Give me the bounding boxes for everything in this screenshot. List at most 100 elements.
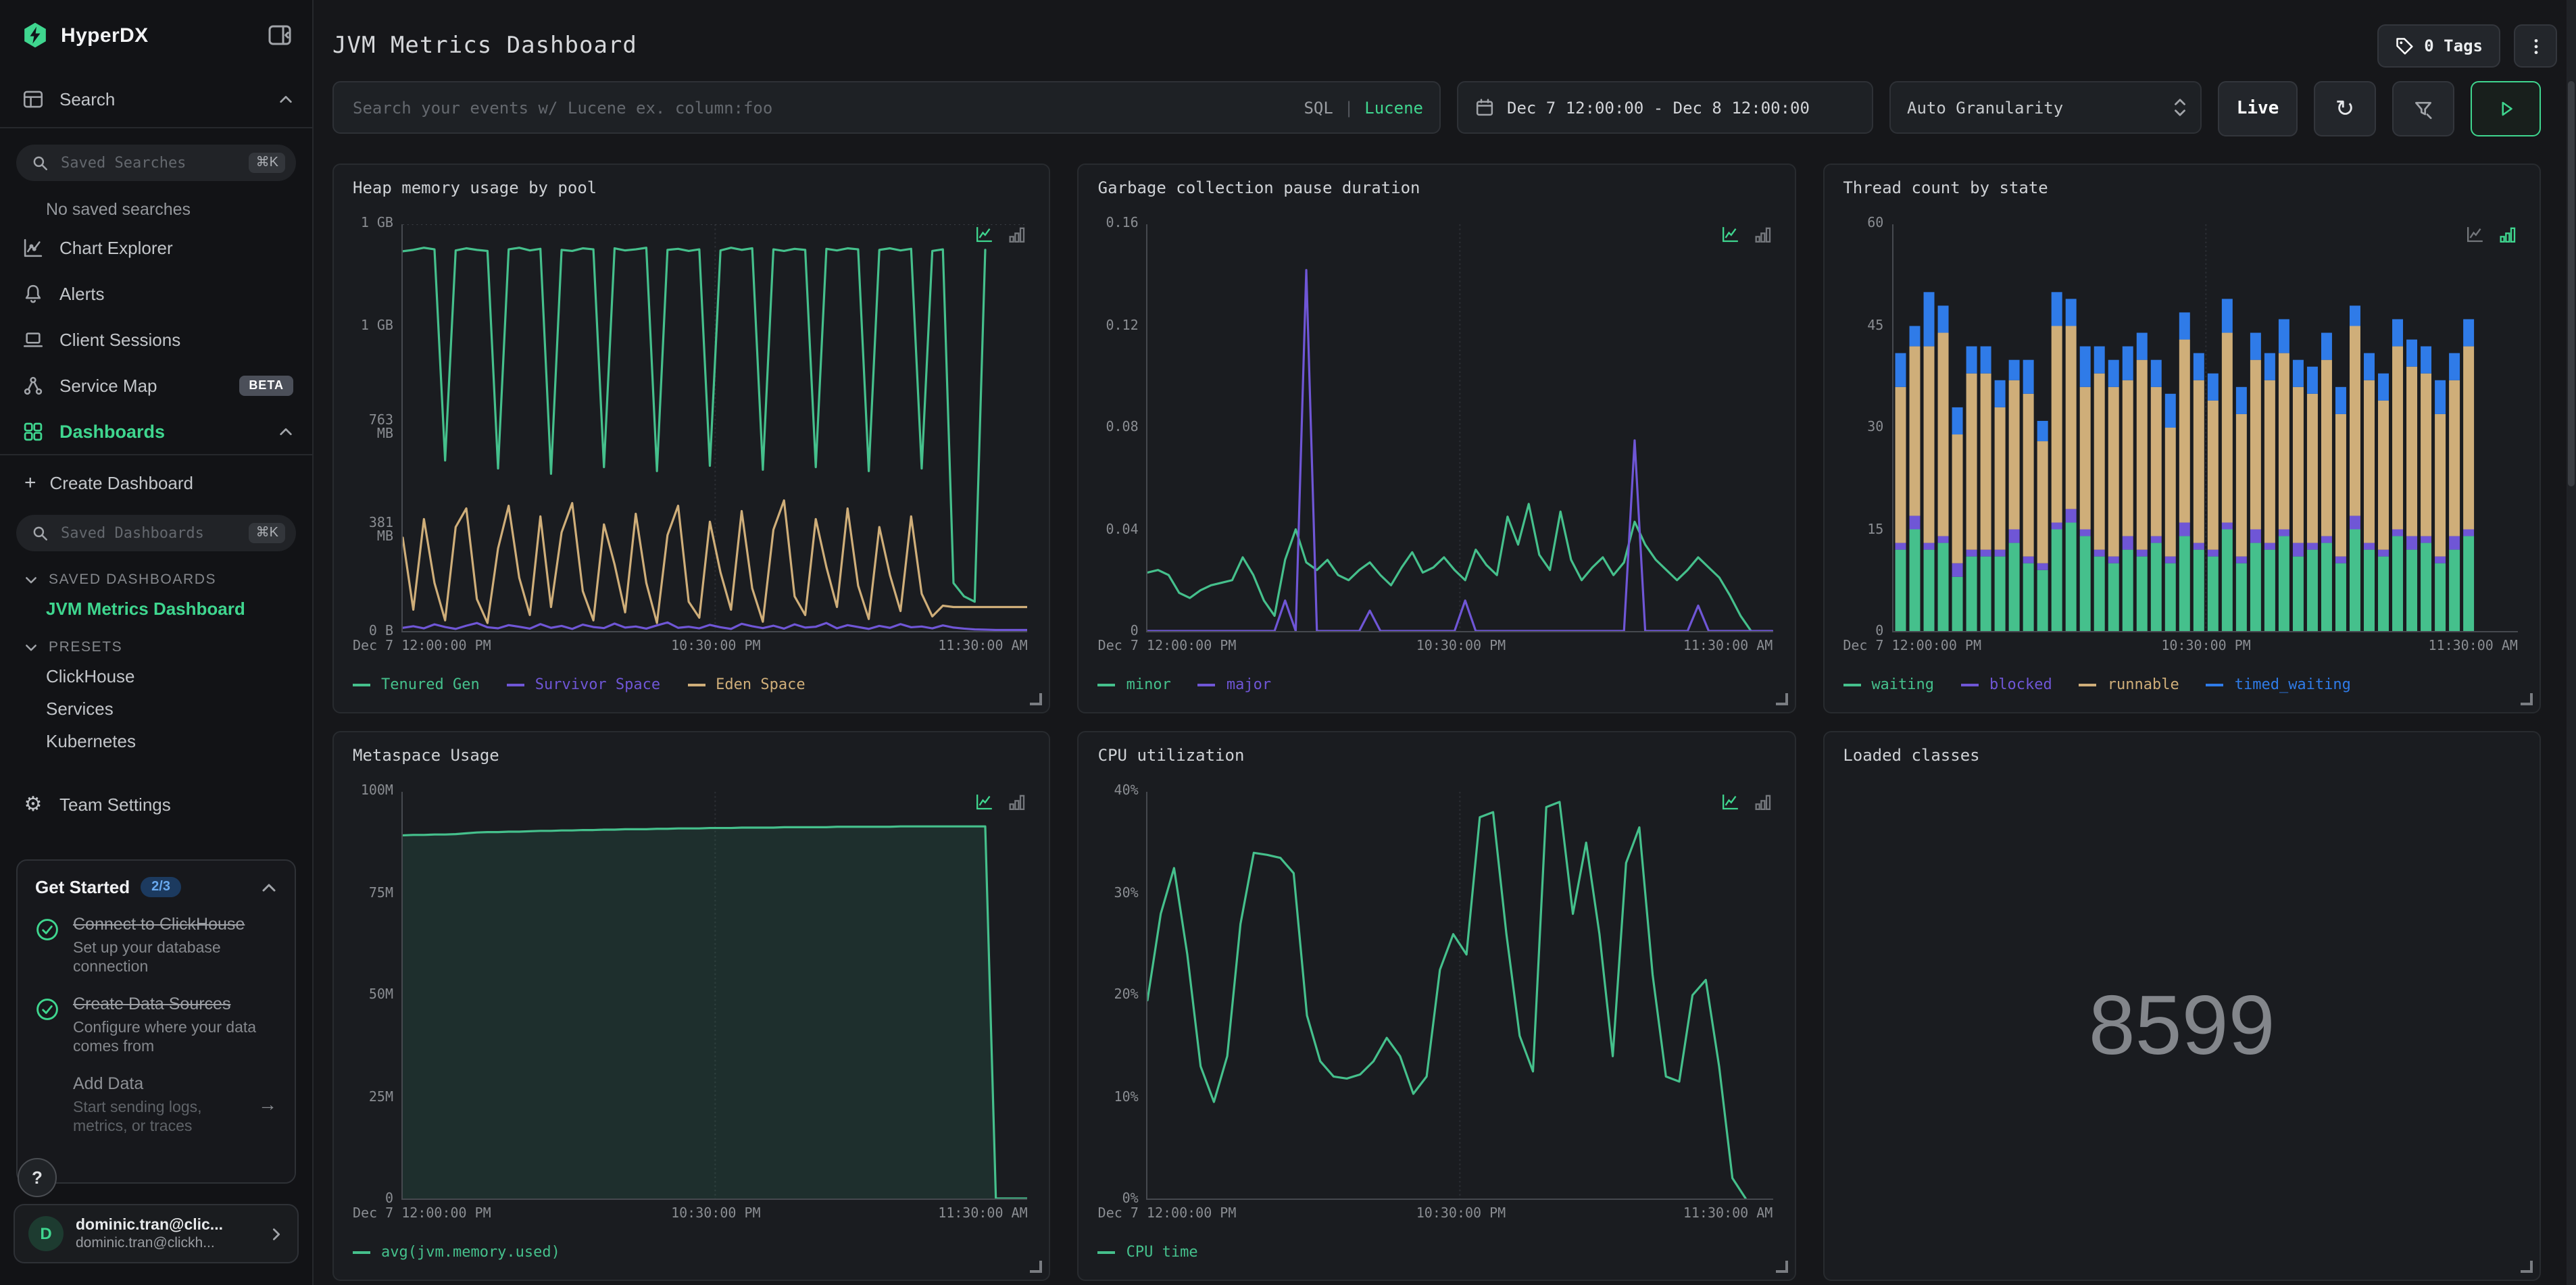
sidebar-item-client-sessions[interactable]: Client Sessions <box>0 316 312 362</box>
legend-item[interactable]: avg(jvm.memory.used) <box>353 1243 560 1261</box>
bar-chart-icon[interactable] <box>2498 224 2518 245</box>
user-name: dominic.tran@clic... <box>76 1217 223 1233</box>
sidebar-item-label: Search <box>59 89 116 109</box>
dashboard-menu-button[interactable] <box>2514 24 2557 68</box>
task-title: Create Data Sources <box>73 994 231 1013</box>
panel-metaspace[interactable]: Metaspace Usage 100M 75M 50M 25M 0 Dec 7 12:… <box>332 731 1051 1281</box>
line-chart-icon[interactable] <box>1720 224 1740 245</box>
legend-item[interactable]: Tenured Gen <box>353 676 480 693</box>
bar-chart-icon[interactable] <box>1008 224 1028 245</box>
sidebar-item-services[interactable]: Services <box>0 692 312 724</box>
chart-plot-area[interactable]: 1 GB 1 GB 763 MB 381 MB 0 B <box>353 216 1031 639</box>
sidebar-item-label: Dashboards <box>59 421 166 441</box>
get-started-item-connect[interactable]: Connect to ClickHouse Set up your databa… <box>35 915 277 977</box>
sidebar-item-alerts[interactable]: Alerts <box>0 270 312 316</box>
sidebar-item-service-map[interactable]: Service Map BETA <box>0 362 312 408</box>
get-started-item-add-data[interactable]: Add Data Start sending logs, metrics, or… <box>35 1074 277 1136</box>
panel-thread-count[interactable]: Thread count by state 60 45 30 15 0 Dec 7 12… <box>1823 163 2541 713</box>
resize-handle[interactable] <box>2520 1261 2533 1273</box>
saved-dashboards-search[interactable]: ⌘K <box>16 515 296 551</box>
chevron-up-icon <box>280 95 292 103</box>
granularity-select[interactable]: Auto Granularity <box>1889 81 2202 134</box>
check-circle-icon <box>36 999 58 1020</box>
y-axis-labels: 1 GB 1 GB 763 MB 381 MB 0 B <box>360 216 393 639</box>
chart-plot-area[interactable]: 60 45 30 15 0 <box>1843 217 2521 638</box>
sidebar-item-dashboards[interactable]: Dashboards <box>0 408 312 454</box>
vertical-scrollbar[interactable] <box>2567 0 2576 1285</box>
resize-handle[interactable] <box>1030 1261 1043 1273</box>
sidebar-item-label: Client Sessions <box>59 329 181 349</box>
legend-item[interactable]: minor <box>1097 676 1171 693</box>
y-axis-labels: 100M 75M 50M 25M 0 <box>360 784 393 1207</box>
saved-dashboards-section-header[interactable]: SAVED DASHBOARDS <box>24 568 293 592</box>
sidebar-item-label: Alerts <box>59 283 105 303</box>
chart-plot-area[interactable]: 40% 30% 20% 10% 0% <box>1098 784 1776 1206</box>
chart-plot-area[interactable]: 0.16 0.12 0.08 0.04 0 <box>1098 216 1776 639</box>
sidebar: HyperDX Search ⌘K No saved searches Char… <box>0 0 314 1285</box>
help-button[interactable]: ? <box>18 1158 57 1197</box>
get-started-item-sources[interactable]: Create Data Sources Configure where your… <box>35 994 277 1057</box>
presets-section-header[interactable]: PRESETS <box>24 635 293 659</box>
sidebar-item-team-settings[interactable]: ⚙ Team Settings <box>0 781 312 827</box>
tags-button[interactable]: 0 Tags <box>2377 24 2500 68</box>
run-query-button[interactable] <box>2471 81 2541 136</box>
event-search-box[interactable]: SQL | Lucene <box>332 81 1441 134</box>
lucene-option[interactable]: Lucene <box>1364 98 1423 117</box>
task-subtitle: Set up your database connection <box>73 940 221 976</box>
sidebar-item-kubernetes[interactable]: Kubernetes <box>0 724 312 757</box>
legend-item[interactable]: Survivor Space <box>506 676 660 693</box>
panel-gc-pause[interactable]: Garbage collection pause duration 0.16 0.… <box>1077 163 1796 713</box>
legend-item[interactable]: blocked <box>1961 676 2052 693</box>
toggle-divider: | <box>1343 98 1354 117</box>
bar-chart-icon[interactable] <box>1752 792 1773 812</box>
panel-title: Garbage collection pause duration <box>1097 178 1420 197</box>
select-chevrons-icon <box>2175 99 2185 116</box>
filter-button[interactable] <box>2392 81 2454 136</box>
line-chart-icon[interactable] <box>2465 224 2485 245</box>
check-circle-icon <box>36 919 58 940</box>
legend-item[interactable]: CPU time <box>1097 1243 1198 1261</box>
resize-handle[interactable] <box>1030 693 1043 705</box>
bar-chart-icon[interactable] <box>1752 224 1773 245</box>
panel-loaded-classes[interactable]: Loaded classes 8599 <box>1823 731 2541 1281</box>
resize-handle[interactable] <box>1775 693 1788 705</box>
live-button[interactable]: Live <box>2218 81 2298 136</box>
event-search-input[interactable] <box>350 97 1304 118</box>
sql-option[interactable]: SQL <box>1304 98 1333 117</box>
user-account-button[interactable]: D dominic.tran@clic... dominic.tran@clic… <box>14 1204 299 1263</box>
saved-searches-input[interactable] <box>58 153 249 173</box>
chart-legend: CPU time <box>1097 1243 1776 1261</box>
user-email: dominic.tran@clickh... <box>76 1234 215 1251</box>
chart-plot-area[interactable]: 100M 75M 50M 25M 0 <box>353 784 1031 1207</box>
legend-item[interactable]: timed_waiting <box>2206 676 2351 693</box>
scrollbar-thumb[interactable] <box>2568 81 2575 486</box>
y-axis-labels: 0.16 0.12 0.08 0.04 0 <box>1106 216 1139 639</box>
legend-item[interactable]: Eden Space <box>687 676 806 693</box>
line-chart-icon[interactable] <box>1720 792 1740 812</box>
bar-chart-icon[interactable] <box>1008 792 1028 812</box>
query-language-toggle[interactable]: SQL | Lucene <box>1304 98 1423 117</box>
panel-heap-memory[interactable]: Heap memory usage by pool 1 GB 1 GB 763 MB… <box>332 163 1051 713</box>
refresh-button[interactable]: ↻ <box>2314 81 2376 136</box>
resize-handle[interactable] <box>2520 693 2533 705</box>
date-range-picker[interactable]: Dec 7 12:00:00 - Dec 8 12:00:00 <box>1457 81 1873 134</box>
sidebar-item-search[interactable]: Search <box>0 70 312 128</box>
saved-searches-search[interactable]: ⌘K <box>16 145 296 181</box>
chart-legend: waiting blocked runnable timed_waiting <box>1843 676 2521 693</box>
line-chart-icon[interactable] <box>975 224 995 245</box>
chevron-up-icon[interactable] <box>261 879 277 895</box>
legend-item[interactable]: runnable <box>2079 676 2179 693</box>
sidebar-item-jvm-metrics-dashboard[interactable]: JVM Metrics Dashboard <box>0 592 312 624</box>
legend-item[interactable]: waiting <box>1843 676 1934 693</box>
legend-item[interactable]: major <box>1197 676 1271 693</box>
play-icon <box>2501 101 2512 116</box>
sidebar-item-chart-explorer[interactable]: Chart Explorer <box>0 224 312 270</box>
sidebar-collapse-icon[interactable] <box>266 22 293 49</box>
create-dashboard-button[interactable]: + Create Dashboard <box>0 461 312 504</box>
sidebar-item-clickhouse[interactable]: ClickHouse <box>0 659 312 692</box>
line-chart-icon[interactable] <box>975 792 995 812</box>
resize-handle[interactable] <box>1775 1261 1788 1273</box>
saved-dashboards-input[interactable] <box>58 523 249 543</box>
panel-cpu-utilization[interactable]: CPU utilization 40% 30% 20% 10% 0% Dec 7 12:… <box>1077 731 1796 1281</box>
chevron-down-icon <box>26 577 36 584</box>
